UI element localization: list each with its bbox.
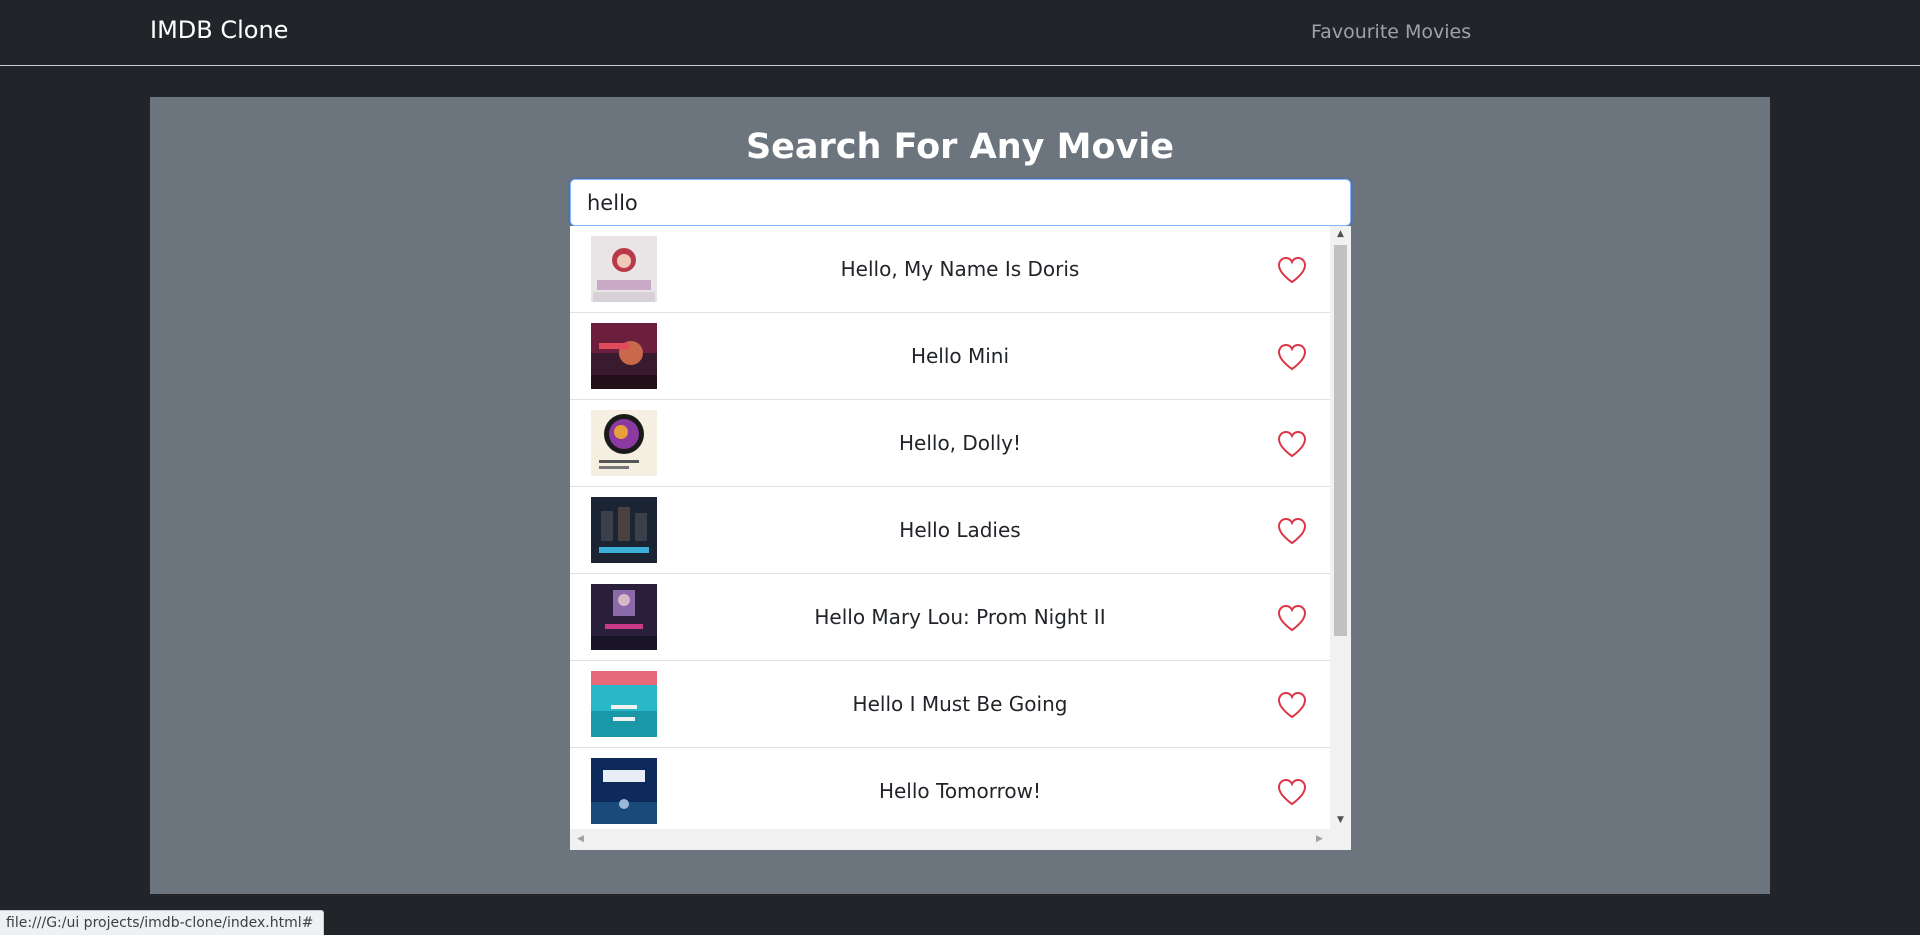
result-row[interactable]: Hello I Must Be Going [570,661,1330,748]
heart-outline-icon[interactable] [1277,256,1307,284]
result-row[interactable]: Hello Mary Lou: Prom Night II [570,574,1330,661]
heart-outline-icon[interactable] [1277,691,1307,719]
vertical-scrollbar[interactable]: ▲ ▼ [1330,226,1351,829]
movie-title[interactable]: Hello Mini [670,313,1250,400]
movie-poster[interactable] [591,410,657,476]
movie-title[interactable]: Hello, Dolly! [670,400,1250,487]
movie-poster[interactable] [591,236,657,302]
scroll-left-arrow-icon[interactable]: ◀ [572,829,589,850]
movie-title[interactable]: Hello I Must Be Going [670,661,1250,748]
movie-poster[interactable] [591,323,657,389]
movie-title[interactable]: Hello Mary Lou: Prom Night II [670,574,1250,661]
favourite-movies-link[interactable]: Favourite Movies [1311,21,1471,43]
movie-title[interactable]: Hello Tomorrow! [670,748,1250,829]
movie-poster[interactable] [591,584,657,650]
search-results-dropdown[interactable]: Hello, My Name Is Doris Hello Mini Hello… [570,226,1351,850]
heart-outline-icon[interactable] [1277,517,1307,545]
movie-poster[interactable] [591,671,657,737]
heart-outline-icon[interactable] [1277,343,1307,371]
scroll-right-arrow-icon[interactable]: ▶ [1311,829,1328,850]
brand-link[interactable]: IMDB Clone [150,16,288,44]
vertical-scrollbar-thumb[interactable] [1334,245,1347,636]
result-row[interactable]: Hello Ladies [570,487,1330,574]
heart-outline-icon[interactable] [1277,778,1307,806]
movie-poster[interactable] [591,758,657,824]
scroll-down-arrow-icon[interactable]: ▼ [1330,812,1351,829]
result-row[interactable]: Hello, My Name Is Doris [570,226,1330,313]
scroll-up-arrow-icon[interactable]: ▲ [1330,226,1351,243]
search-section: Search For Any Movie Hello, My Name Is D… [150,97,1770,894]
horizontal-scrollbar[interactable]: ◀ ▶ [570,829,1351,850]
result-row[interactable]: Hello, Dolly! [570,400,1330,487]
results-list: Hello, My Name Is Doris Hello Mini Hello… [570,226,1330,829]
heart-outline-icon[interactable] [1277,430,1307,458]
movie-title[interactable]: Hello Ladies [670,487,1250,574]
movie-title[interactable]: Hello, My Name Is Doris [670,226,1250,313]
movie-poster[interactable] [591,497,657,563]
page-title: Search For Any Movie [745,127,1175,167]
heart-outline-icon[interactable] [1277,604,1307,632]
navbar: IMDB Clone Favourite Movies [0,0,1920,66]
browser-status-bar: file:///G:/ui projects/imdb-clone/index.… [0,910,325,935]
result-row[interactable]: Hello Mini [570,313,1330,400]
search-input[interactable] [570,179,1351,226]
result-row[interactable]: Hello Tomorrow! [570,748,1330,829]
